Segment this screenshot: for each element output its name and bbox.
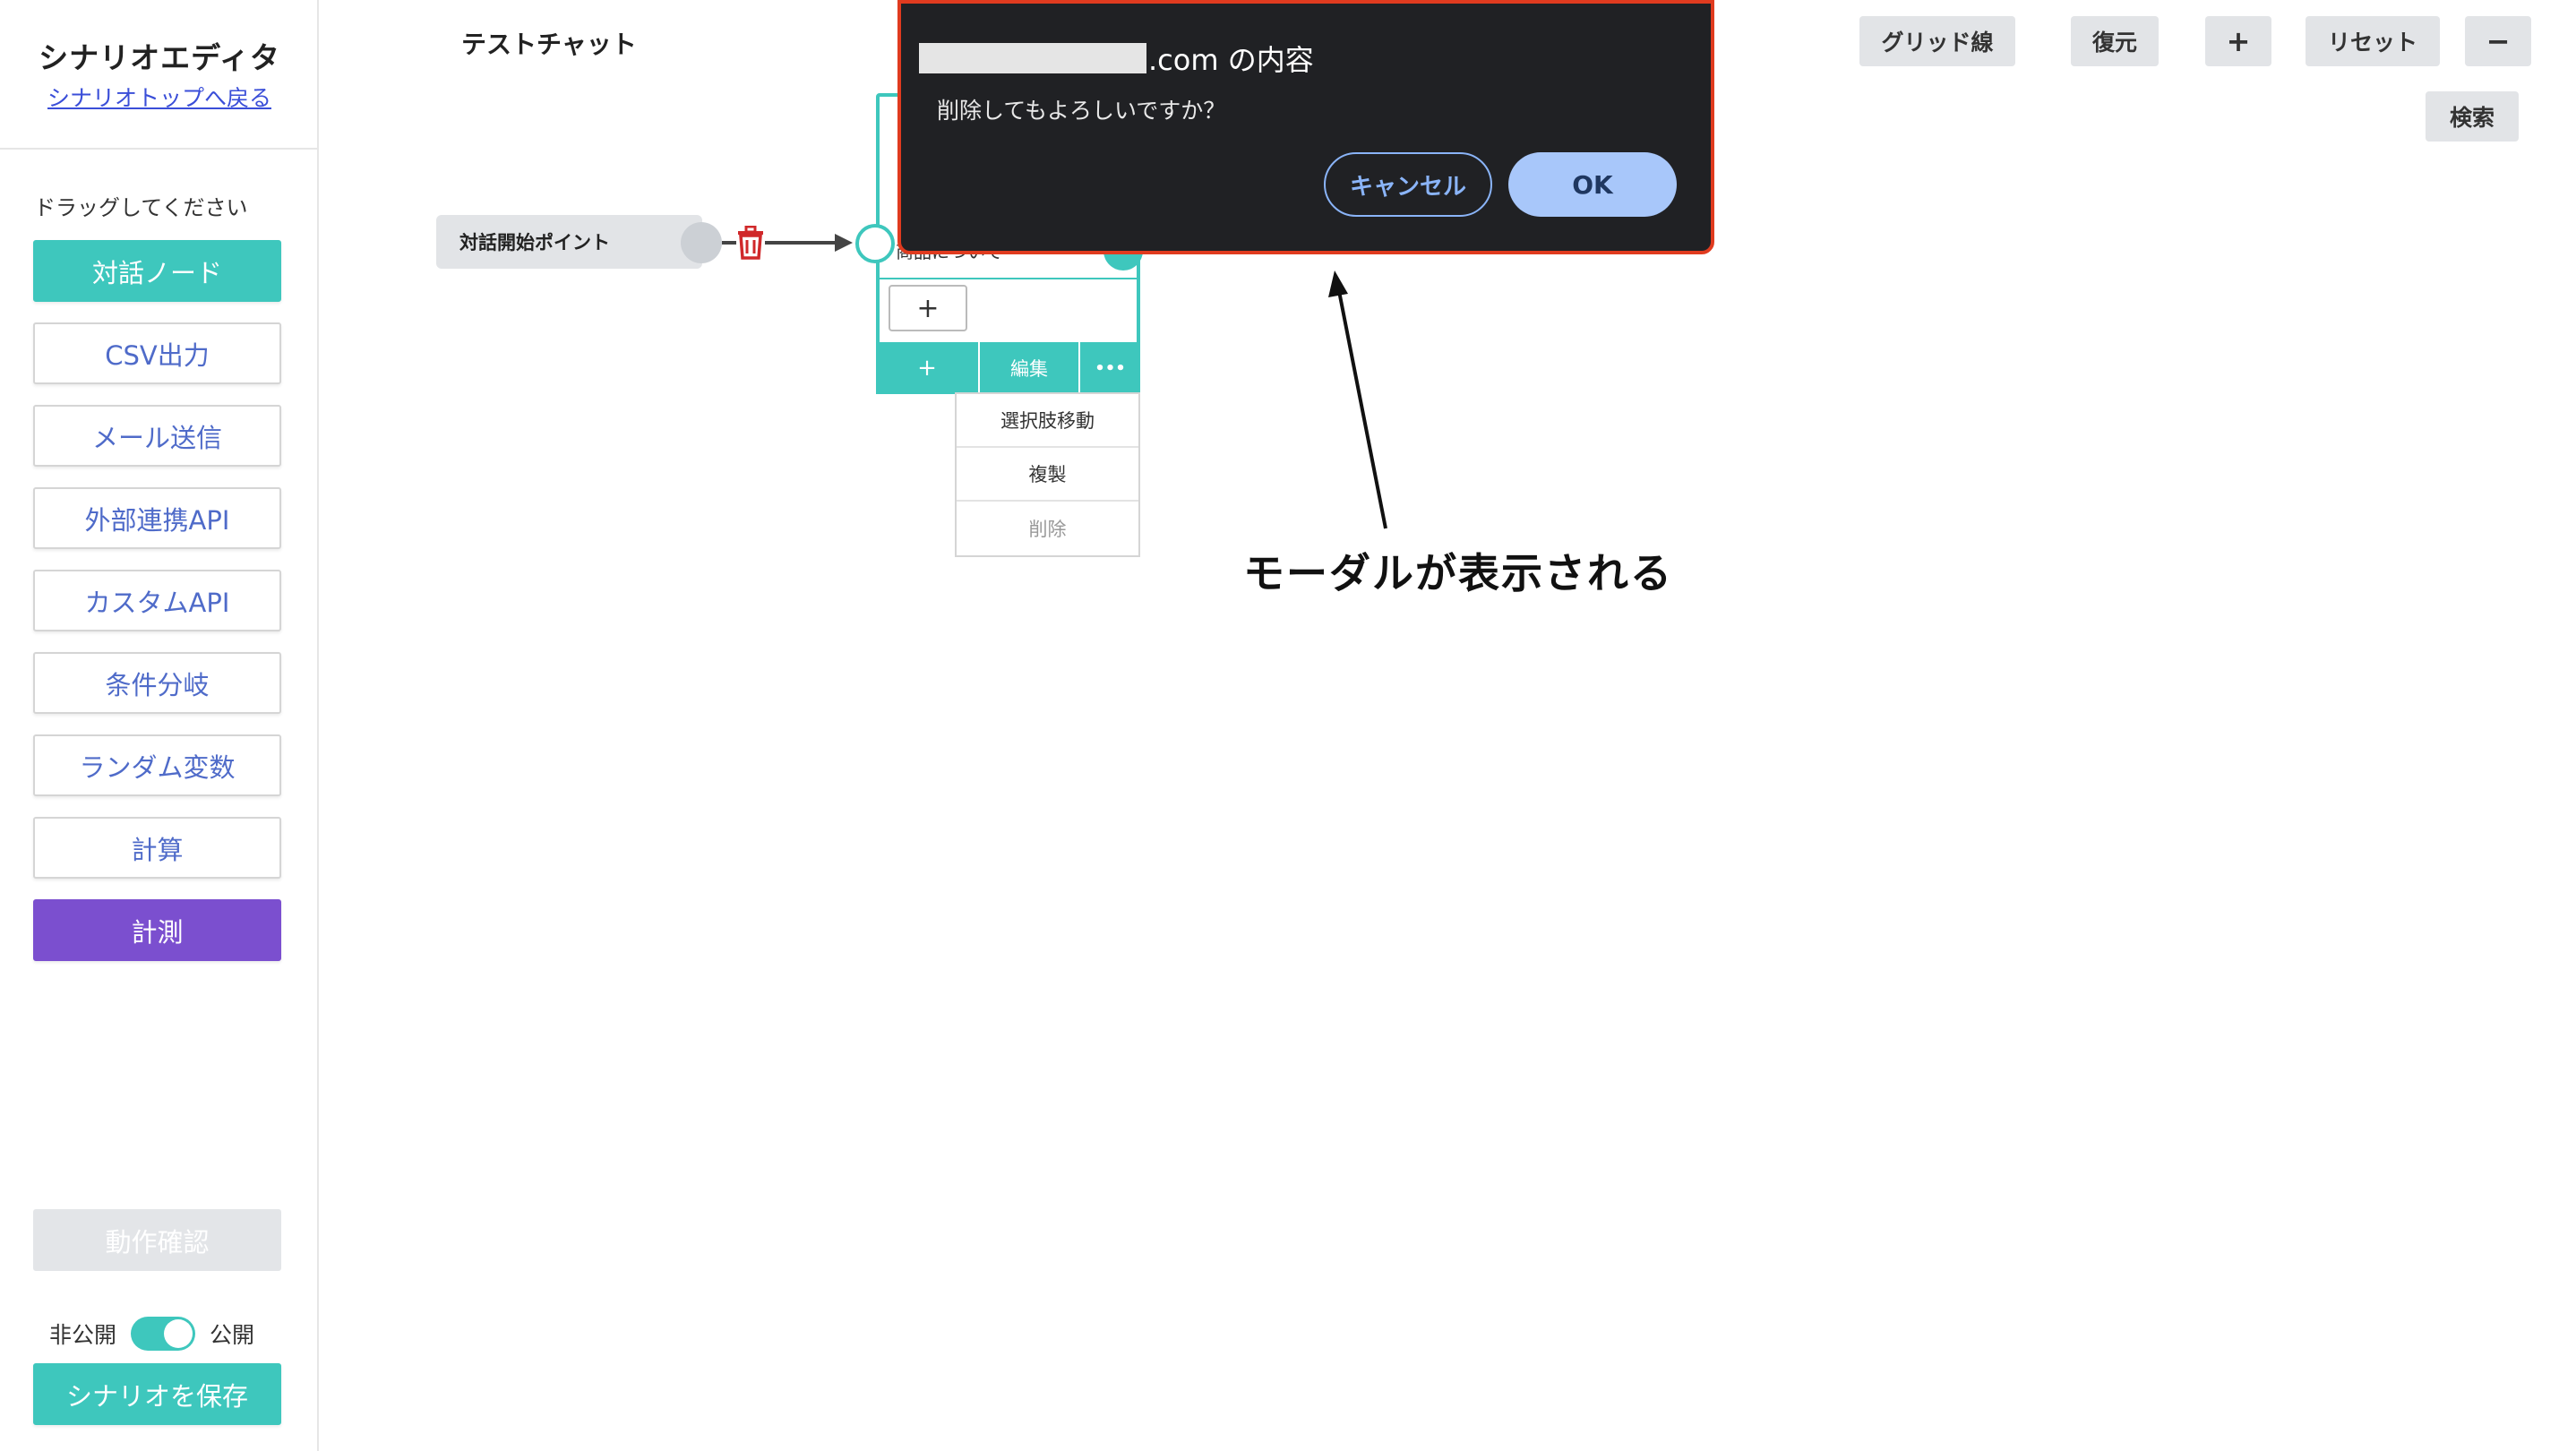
dialog-title-suffix: .com の内容 bbox=[1148, 43, 1314, 77]
cancel-button[interactable]: キャンセル bbox=[1324, 152, 1492, 217]
edge-arrowhead bbox=[835, 234, 853, 252]
node-edit-button[interactable]: 編集 bbox=[980, 342, 1080, 394]
choice-divider bbox=[880, 278, 1137, 279]
node-context-menu: 選択肢移動 複製 削除 bbox=[955, 392, 1140, 557]
dialog-node-input-port[interactable] bbox=[855, 224, 895, 263]
menu-move-choice[interactable]: 選択肢移動 bbox=[957, 394, 1138, 448]
dialog-node-footer: + 編集 ••• bbox=[876, 342, 1140, 394]
ok-button[interactable]: OK bbox=[1508, 152, 1677, 217]
annotation-arrowhead bbox=[1328, 270, 1348, 297]
menu-duplicate[interactable]: 複製 bbox=[957, 448, 1138, 502]
dialog-message: 削除してもよろしいですか？ bbox=[937, 98, 1226, 124]
annotation-text: モーダルが表示される bbox=[1243, 549, 1673, 597]
node-add-button[interactable]: + bbox=[876, 342, 980, 394]
menu-delete[interactable]: 削除 bbox=[957, 502, 1138, 555]
add-choice-button[interactable]: + bbox=[889, 285, 967, 331]
annotation-arrow-line bbox=[1337, 290, 1387, 529]
trash-icon[interactable] bbox=[736, 226, 765, 260]
node-more-button[interactable]: ••• bbox=[1080, 342, 1140, 394]
confirm-dialog: .com の内容 削除してもよろしいですか？ キャンセル OK bbox=[897, 0, 1714, 254]
dialog-title: .com の内容 bbox=[919, 38, 1314, 79]
redacted-domain bbox=[919, 43, 1146, 73]
